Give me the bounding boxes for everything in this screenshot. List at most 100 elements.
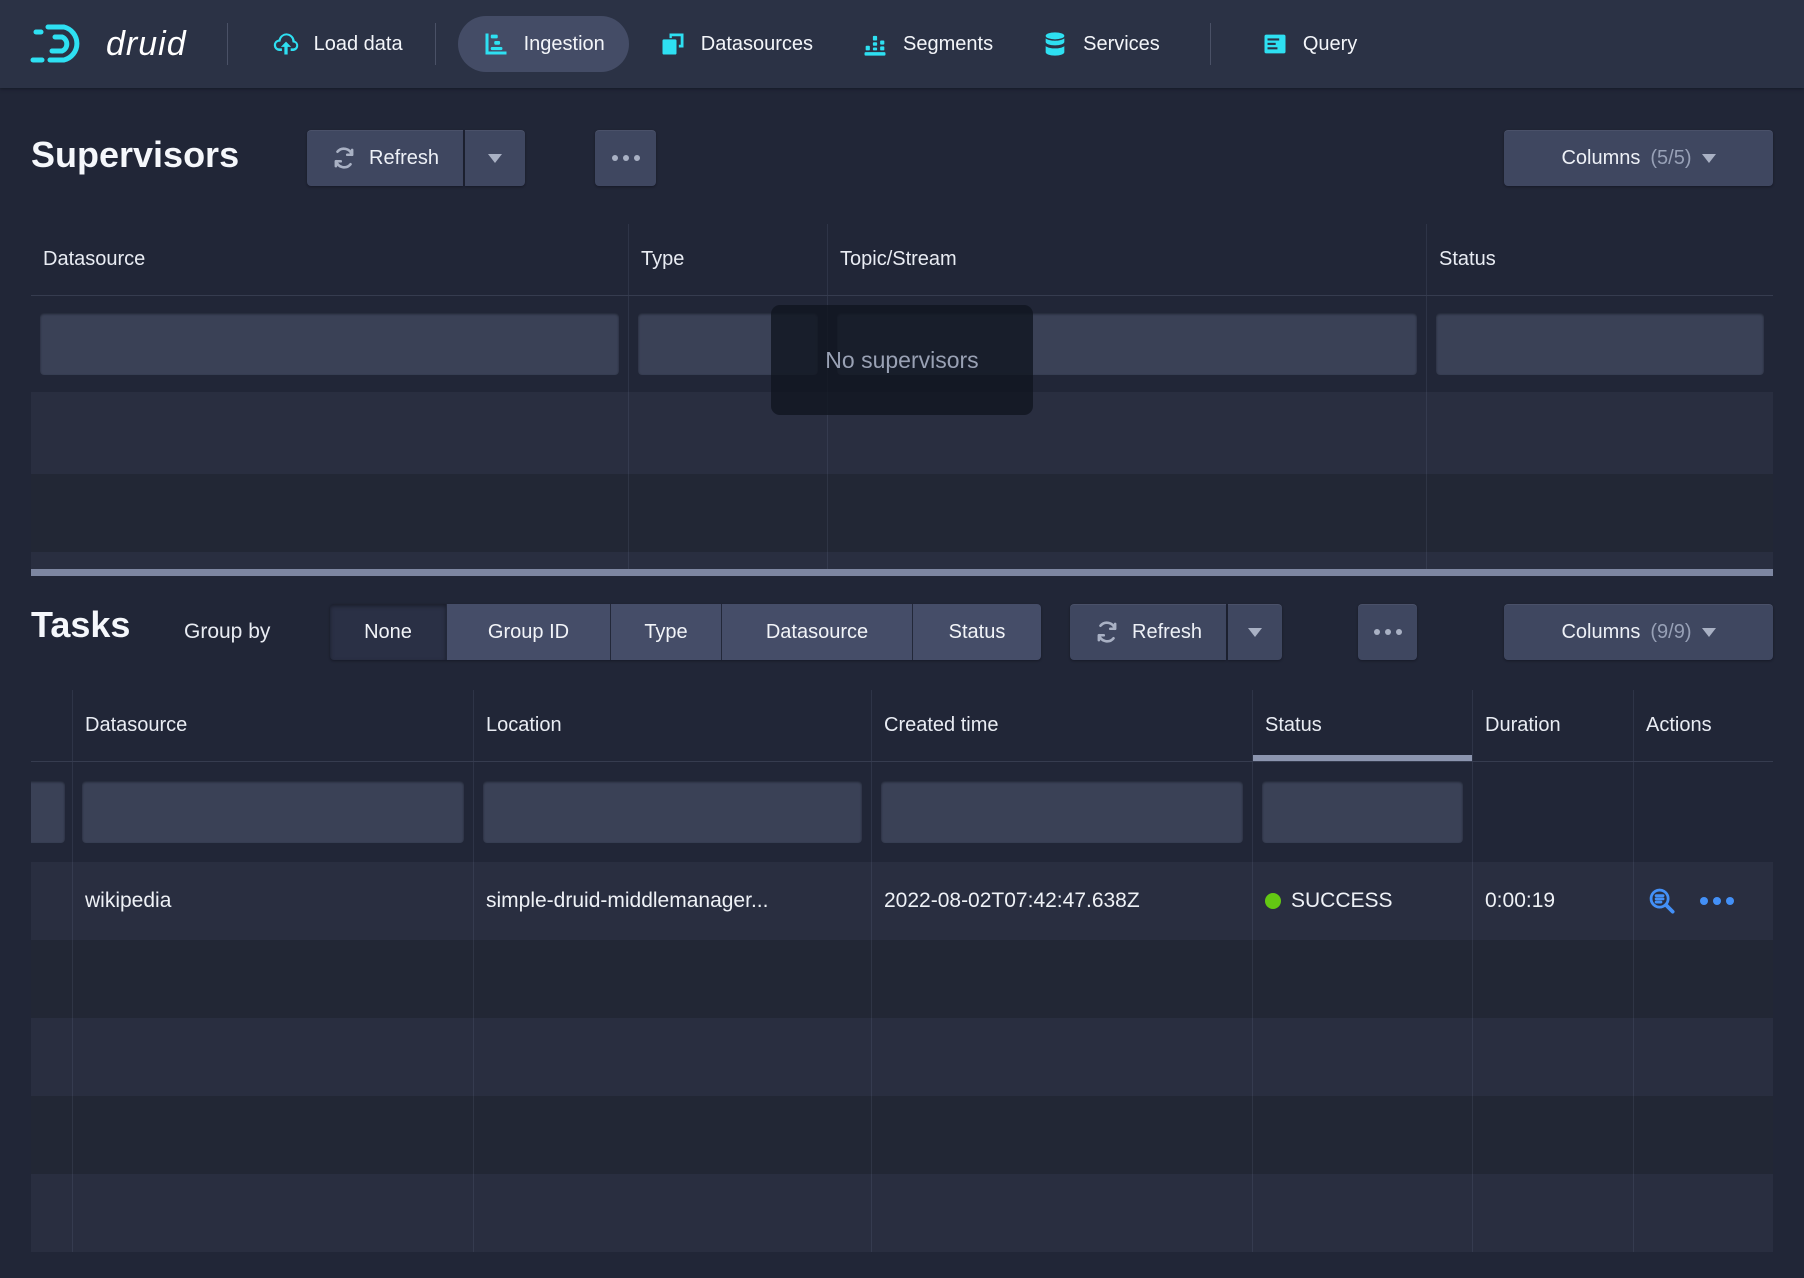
- segments-bars-icon: [861, 30, 889, 58]
- task-filter-task-id[interactable]: [31, 781, 65, 843]
- layers-icon: [659, 30, 687, 58]
- group-by-label: Group by: [184, 620, 270, 644]
- supervisor-filter-status[interactable]: [1436, 313, 1764, 375]
- group-by-option-label: Group ID: [488, 621, 569, 644]
- refresh-label: Refresh: [1132, 621, 1202, 644]
- group-by-status-button[interactable]: Status: [912, 604, 1041, 660]
- chevron-down-icon: [1702, 154, 1716, 163]
- no-supervisors-message: No supervisors: [771, 305, 1033, 415]
- task-filter-created-time[interactable]: [881, 781, 1243, 843]
- supervisors-columns-button[interactable]: Columns (5/5): [1504, 130, 1773, 186]
- group-by-option-label: Type: [644, 621, 687, 644]
- nav-item-datasources[interactable]: Datasources: [635, 16, 837, 72]
- supervisors-more-button[interactable]: [595, 130, 656, 186]
- column-header-topic-stream[interactable]: Topic/Stream: [828, 224, 1427, 295]
- chevron-down-icon: [488, 154, 502, 163]
- supervisors-title: Supervisors: [31, 134, 239, 176]
- task-row-wikipedia[interactable]: wikipedia simple-druid-middlemanager... …: [31, 862, 1773, 940]
- nav-item-query[interactable]: Query: [1237, 16, 1381, 72]
- refresh-icon: [331, 145, 357, 171]
- nav-item-ingestion[interactable]: Ingestion: [458, 16, 629, 72]
- group-by-option-label: Status: [949, 621, 1006, 644]
- tasks-columns-button[interactable]: Columns (9/9): [1504, 604, 1773, 660]
- tasks-table-header: Datasource Location Created time Status …: [31, 690, 1773, 762]
- supervisor-filter-datasource[interactable]: [40, 313, 619, 375]
- nav-item-services[interactable]: Services: [1017, 16, 1184, 72]
- tasks-table: Datasource Location Created time Status …: [31, 690, 1773, 1252]
- supervisors-empty-row: [31, 552, 1773, 570]
- group-by-button-group: None Group ID Type Datasource Status: [330, 604, 1041, 660]
- task-datasource-cell[interactable]: wikipedia: [73, 862, 474, 940]
- task-filter-datasource[interactable]: [82, 781, 464, 843]
- column-header-created-time[interactable]: Created time: [872, 690, 1253, 761]
- task-empty-row: [31, 1096, 1773, 1174]
- columns-label: Columns: [1561, 621, 1640, 644]
- task-created-time-cell[interactable]: 2022-08-02T07:42:47.638Z: [872, 862, 1253, 940]
- task-empty-row: [31, 1174, 1773, 1252]
- console-icon: [1261, 30, 1289, 58]
- gantt-chart-icon: [482, 30, 510, 58]
- nav-item-label: Datasources: [701, 33, 813, 56]
- druid-wordmark: druid: [106, 25, 187, 64]
- columns-label: Columns: [1561, 147, 1640, 170]
- tasks-refresh-split: Refresh: [1070, 604, 1282, 660]
- column-header-status[interactable]: Status: [1427, 224, 1773, 295]
- nav-item-label: Segments: [903, 33, 993, 56]
- nav-item-label: Load data: [314, 33, 403, 56]
- group-by-option-label: None: [364, 621, 412, 644]
- group-by-group-id-button[interactable]: Group ID: [446, 604, 610, 660]
- supervisors-refresh-button[interactable]: Refresh: [307, 130, 463, 186]
- nav-divider: [435, 23, 436, 65]
- task-actions-more-icon[interactable]: [1700, 897, 1734, 905]
- supervisors-empty-row: [31, 474, 1773, 552]
- database-icon: [1041, 30, 1069, 58]
- task-detail-search-icon[interactable]: [1646, 885, 1678, 917]
- column-header-status[interactable]: Status: [1253, 690, 1473, 761]
- group-by-option-label: Datasource: [766, 621, 868, 644]
- sort-indicator: [1253, 755, 1472, 761]
- task-actions-cell: [1634, 862, 1773, 940]
- task-empty-row: [31, 1018, 1773, 1096]
- column-header-location[interactable]: Location: [474, 690, 872, 761]
- refresh-icon: [1094, 619, 1120, 645]
- group-by-none-button[interactable]: None: [330, 604, 446, 660]
- chevron-down-icon: [1248, 628, 1262, 637]
- task-duration-cell[interactable]: 0:00:19: [1473, 862, 1634, 940]
- supervisors-table-header: Datasource Type Topic/Stream Status: [31, 224, 1773, 296]
- nav-item-label: Query: [1303, 33, 1357, 56]
- task-status-cell[interactable]: SUCCESS: [1253, 862, 1473, 940]
- more-icon: [1374, 629, 1402, 635]
- druid-console: druid Load data Ingestion: [0, 0, 1804, 1278]
- group-by-datasource-button[interactable]: Datasource: [721, 604, 912, 660]
- horizontal-scrollbar[interactable]: [31, 569, 1773, 576]
- nav-item-segments[interactable]: Segments: [837, 16, 1017, 72]
- nav-divider: [1210, 23, 1211, 65]
- column-header-datasource[interactable]: Datasource: [31, 224, 629, 295]
- tasks-filter-row: [31, 762, 1773, 862]
- druid-logo[interactable]: druid: [30, 20, 187, 68]
- status-label: SUCCESS: [1291, 889, 1393, 913]
- navbar: druid Load data Ingestion: [0, 0, 1804, 88]
- supervisors-table: Datasource Type Topic/Stream Status No s…: [31, 224, 1773, 576]
- task-filter-status[interactable]: [1262, 781, 1463, 843]
- column-header-type[interactable]: Type: [629, 224, 828, 295]
- task-location-cell[interactable]: simple-druid-middlemanager...: [474, 862, 872, 940]
- nav-item-load-data[interactable]: Load data: [248, 16, 427, 72]
- group-by-type-button[interactable]: Type: [610, 604, 721, 660]
- tasks-title: Tasks: [31, 604, 130, 646]
- supervisors-refresh-interval-button[interactable]: [465, 130, 525, 186]
- tasks-refresh-interval-button[interactable]: [1228, 604, 1282, 660]
- task-filter-location[interactable]: [483, 781, 862, 843]
- tasks-refresh-button[interactable]: Refresh: [1070, 604, 1226, 660]
- column-header-duration[interactable]: Duration: [1473, 690, 1634, 761]
- nav-divider: [227, 23, 228, 65]
- nav-item-label: Ingestion: [524, 33, 605, 56]
- supervisors-refresh-split: Refresh: [307, 130, 525, 186]
- column-header-datasource[interactable]: Datasource: [73, 690, 474, 761]
- task-empty-row: [31, 940, 1773, 1018]
- nav-item-label: Services: [1083, 33, 1160, 56]
- column-header-actions[interactable]: Actions: [1634, 690, 1773, 761]
- columns-count: (9/9): [1650, 621, 1691, 644]
- column-header-sliver[interactable]: [31, 690, 73, 761]
- tasks-more-button[interactable]: [1358, 604, 1417, 660]
